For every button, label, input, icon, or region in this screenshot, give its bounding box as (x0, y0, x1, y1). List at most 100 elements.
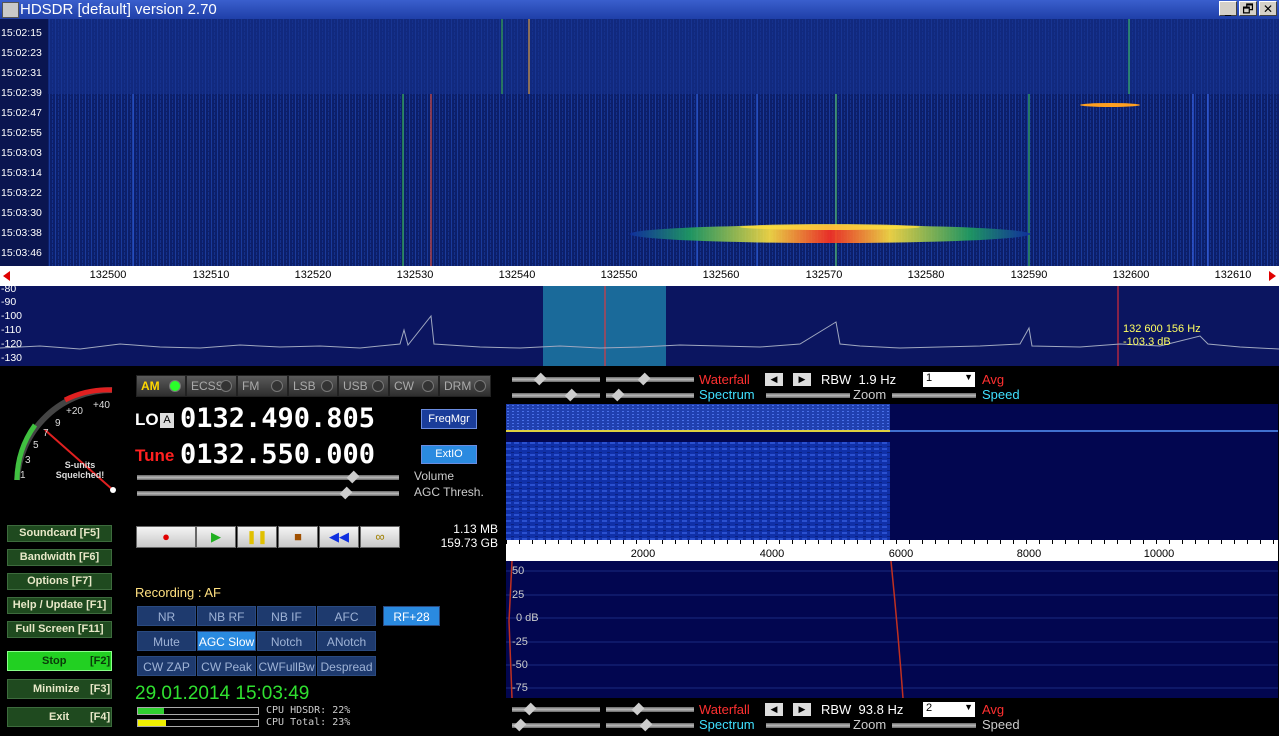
despread-button[interactable]: Despread (317, 656, 376, 676)
play-button[interactable]: ▶ (196, 526, 236, 548)
db-tick-label: -130 (1, 352, 23, 364)
frequency-scale[interactable]: 132500 132510 132520 132530 132540 13255… (0, 266, 1279, 286)
anotch-button[interactable]: ANotch (317, 631, 376, 651)
lo-lock-badge[interactable]: A (160, 413, 174, 428)
freq-tick-label: 132530 (396, 269, 434, 281)
pause-button[interactable]: ❚❚ (237, 526, 277, 548)
mode-ecss-button[interactable]: ECSS (186, 375, 237, 397)
lo-label: LO (135, 410, 159, 429)
nr-button[interactable]: NR (137, 606, 196, 626)
waterfall-time-label: 15:02:15 (1, 27, 42, 39)
file-size: 1.13 MB (453, 522, 498, 536)
waterfall-time-label: 15:02:23 (1, 47, 42, 59)
s-meter-mark: 7 (43, 428, 49, 439)
full-screen-button[interactable]: Full Screen [F11] (7, 621, 112, 638)
freq-tick-label: 132590 (1010, 269, 1048, 281)
extio-button[interactable]: ExtIO (421, 445, 477, 464)
tune-frequency-display[interactable]: 0132.550.000 (180, 439, 375, 470)
waterfall-time-label: 15:02:47 (1, 107, 42, 119)
waterfall-time-label: 15:03:38 (1, 227, 42, 239)
agc-slow-button[interactable]: AGC Slow (197, 631, 256, 651)
mode-am-button[interactable]: AM (136, 375, 186, 397)
af-speed-slider[interactable] (892, 723, 976, 728)
stop-playback-button[interactable]: ■ (278, 526, 318, 548)
s-meter-mark: 9 (55, 418, 61, 429)
mode-fm-button[interactable]: FM (237, 375, 288, 397)
lo-frequency-display[interactable]: 0132.490.805 (180, 403, 375, 434)
mode-lsb-button[interactable]: LSB (288, 375, 338, 397)
rbw-increase-icon[interactable]: ▶ (793, 373, 811, 386)
nb-rf-button[interactable]: NB RF (197, 606, 256, 626)
rewind-button[interactable]: ◀◀ (319, 526, 359, 548)
soundcard-button[interactable]: Soundcard [F5] (7, 525, 112, 542)
rf-speed-label: Speed (982, 387, 1020, 402)
slider-thumb[interactable] (564, 388, 578, 402)
rf-waterfall-label: Waterfall (699, 372, 750, 387)
af-zoom-slider[interactable] (766, 723, 850, 728)
slider-thumb[interactable] (513, 718, 527, 732)
af-spectrum-label: Spectrum (699, 717, 755, 732)
afc-button[interactable]: AFC (317, 606, 376, 626)
notch-button[interactable]: Notch (257, 631, 316, 651)
minimize-button[interactable]: Minimize [F3] (7, 679, 112, 699)
s-meter-mark: 5 (33, 440, 39, 451)
mode-drm-button[interactable]: DRM (439, 375, 491, 397)
record-button[interactable]: ● (136, 526, 196, 548)
af-zoom-label: Zoom (853, 717, 887, 732)
rf-avg-select[interactable]: 1 ▼ (923, 372, 975, 387)
mode-cw-button[interactable]: CW (389, 375, 439, 397)
bandwidth-button[interactable]: Bandwidth [F6] (7, 549, 112, 566)
cw-fullbw-button[interactable]: CWFullBw (257, 656, 316, 676)
app-icon[interactable] (2, 2, 19, 18)
af-avg-select[interactable]: 2 ▼ (923, 702, 975, 717)
options-button[interactable]: Options [F7] (7, 573, 112, 590)
cpu-total-bar (137, 719, 259, 727)
waterfall-time-label: 15:02:39 (1, 87, 42, 99)
af-rbw-decrease-icon[interactable]: ◀ (765, 703, 783, 716)
nb-if-button[interactable]: NB IF (257, 606, 316, 626)
freq-tick-label: 132560 (702, 269, 740, 281)
stop-button[interactable]: Stop [F2] (7, 651, 112, 671)
freq-tick-label: 132600 (1112, 269, 1150, 281)
help-update-button[interactable]: Help / Update [F1] (7, 597, 112, 614)
slider-thumb[interactable] (523, 702, 537, 716)
freqmgr-button[interactable]: FreqMgr (421, 409, 477, 429)
slider-thumb[interactable] (611, 388, 625, 402)
rf-waterfall-contrast-slider[interactable] (512, 377, 600, 382)
scroll-right-arrow-icon[interactable] (1269, 271, 1276, 281)
af-spectrum[interactable] (506, 561, 1278, 698)
recording-status: Recording : AF (135, 585, 221, 600)
agc-threshold-slider[interactable] (137, 491, 399, 496)
slider-thumb[interactable] (631, 702, 645, 716)
slider-thumb[interactable] (639, 718, 653, 732)
close-window-button[interactable]: ✕ (1259, 1, 1277, 16)
af-waterfall[interactable] (506, 404, 1278, 540)
rf-waterfall[interactable] (0, 19, 1279, 266)
cw-peak-button[interactable]: CW Peak (197, 656, 256, 676)
s-meter-mark: 3 (25, 455, 31, 466)
rf-gain-button[interactable]: RF+28 (383, 606, 440, 626)
af-waterfall-brightness-slider[interactable] (606, 707, 694, 712)
rf-zoom-slider[interactable] (766, 393, 850, 398)
rf-speed-slider[interactable] (892, 393, 976, 398)
slider-thumb[interactable] (637, 372, 651, 386)
rf-spectrum[interactable]: 132 600 156 Hz -103.3 dB (0, 286, 1279, 366)
af-frequency-scale: 2000 4000 6000 8000 10000 (506, 540, 1278, 561)
cpu-hdsdr-label: CPU HDSDR: 22% (266, 705, 351, 716)
restore-window-button[interactable]: 🗗 (1239, 1, 1257, 16)
af-tick-label: 8000 (1016, 548, 1042, 560)
loop-button[interactable]: ∞ (360, 526, 400, 548)
mute-button[interactable]: Mute (137, 631, 196, 651)
scroll-left-arrow-icon[interactable] (3, 271, 10, 281)
minimize-window-button[interactable]: _ (1219, 1, 1237, 16)
af-rbw-increase-icon[interactable]: ▶ (793, 703, 811, 716)
mode-usb-button[interactable]: USB (338, 375, 389, 397)
freq-tick-label: 132550 (600, 269, 638, 281)
exit-button[interactable]: Exit [F4] (7, 707, 112, 727)
slider-thumb[interactable] (533, 372, 547, 386)
cw-zap-button[interactable]: CW ZAP (137, 656, 196, 676)
db-tick-label: -80 (1, 283, 17, 295)
rbw-decrease-icon[interactable]: ◀ (765, 373, 783, 386)
af-waterfall-label: Waterfall (699, 702, 750, 717)
rf-spectrum-slider[interactable] (512, 393, 600, 398)
